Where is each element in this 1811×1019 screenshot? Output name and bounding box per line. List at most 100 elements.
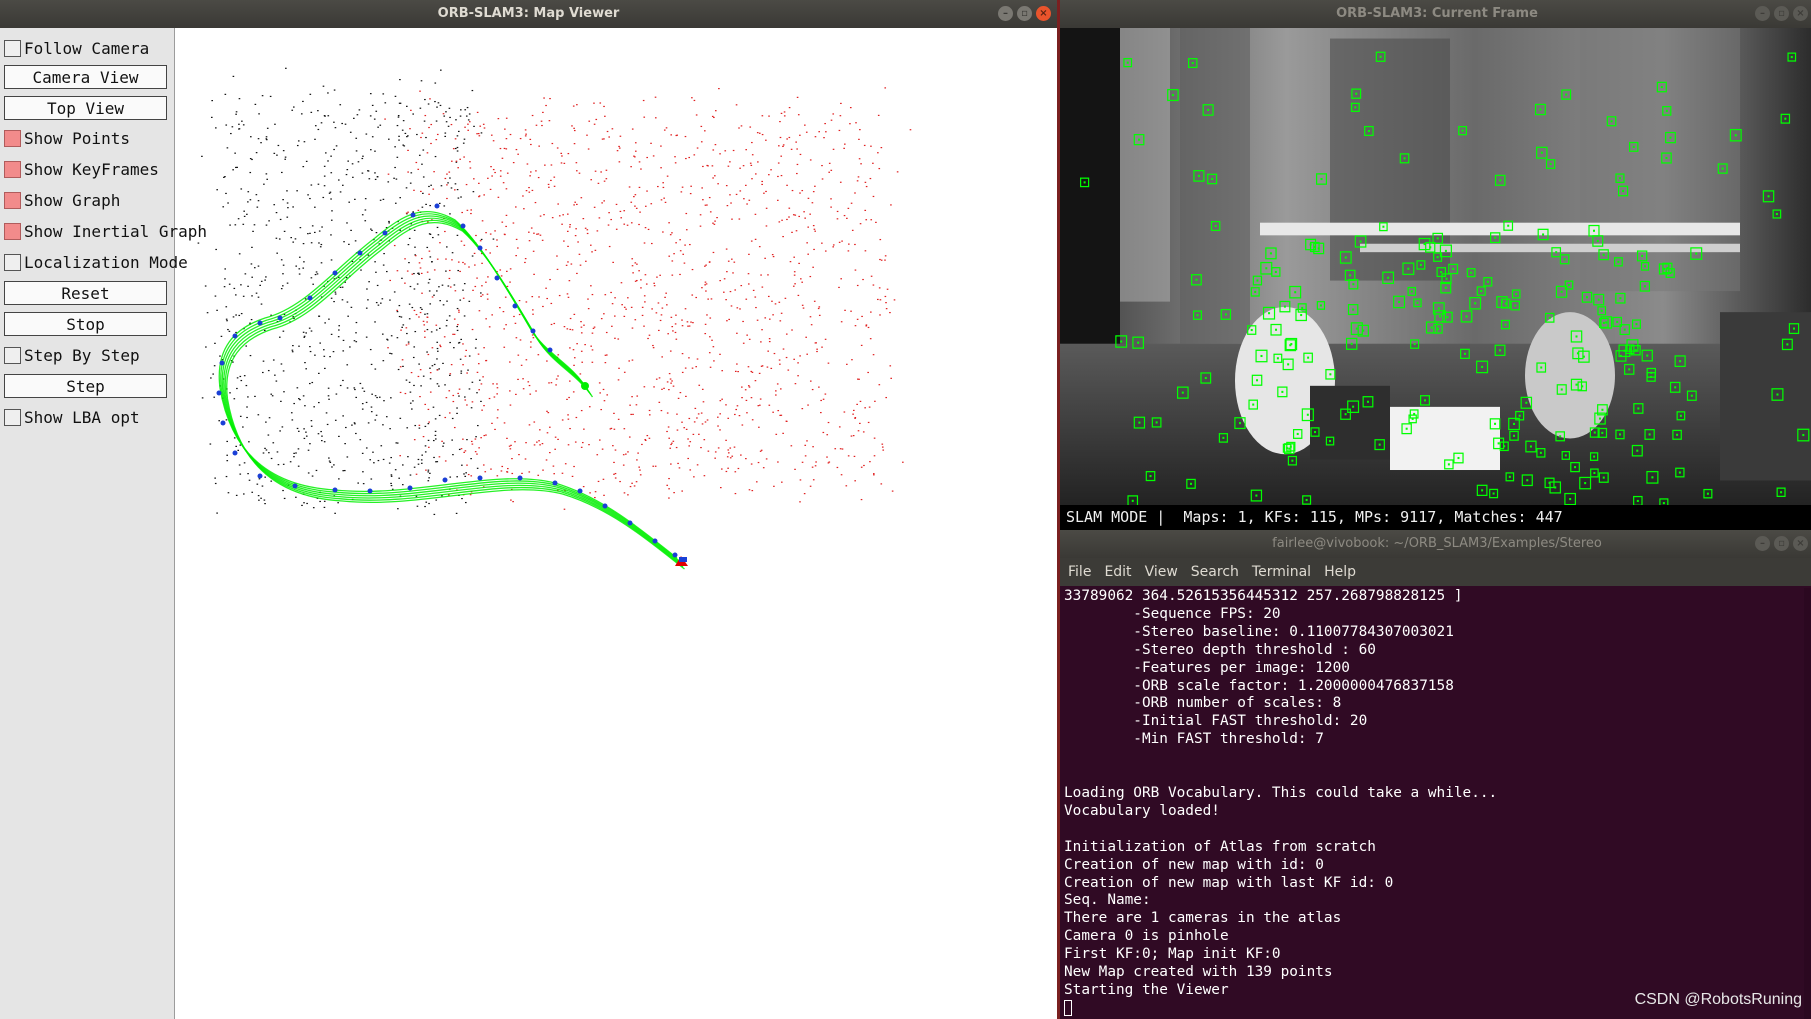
localization-mode-checkbox[interactable] <box>4 253 21 271</box>
maximize-icon[interactable]: ▫ <box>1774 536 1789 551</box>
feature-point <box>1593 471 1596 475</box>
terminal-scrollbar[interactable] <box>1804 588 1811 1019</box>
terminal-line: New Map created with 139 points <box>1064 964 1333 981</box>
menu-search[interactable]: Search <box>1191 558 1239 586</box>
feature-point <box>1635 323 1638 326</box>
feature-point <box>1204 376 1207 380</box>
feature-point <box>1508 475 1511 478</box>
terminal-output[interactable]: 33789062 364.52615356445312 257.26879882… <box>1064 588 1811 1019</box>
map-viewer-titlebar[interactable]: ORB-SLAM3: Map Viewer – ▫ × <box>0 0 1057 28</box>
menu-view[interactable]: View <box>1145 558 1178 586</box>
camera-view-button[interactable]: Camera View <box>4 65 167 89</box>
feature-point <box>1300 313 1303 317</box>
feature-point <box>1255 494 1258 497</box>
show-lba-opt-label: Show LBA opt <box>24 407 140 427</box>
feature-point <box>1366 400 1369 403</box>
follow-camera-checkbox[interactable] <box>4 39 21 57</box>
feature-point <box>1599 417 1602 420</box>
localization-mode-toggle[interactable]: Localization Mode <box>4 249 188 275</box>
step-button[interactable]: Step <box>4 374 167 398</box>
show-lba-opt-toggle[interactable]: Show LBA opt <box>4 404 140 430</box>
show-points-toggle[interactable]: Show Points <box>4 125 130 151</box>
feature-point <box>1457 456 1460 460</box>
show-graph-checkbox[interactable] <box>4 191 21 209</box>
feature-point <box>1559 435 1562 438</box>
keyframes <box>216 203 678 558</box>
feature-point <box>1398 300 1401 304</box>
current-frame-titlebar[interactable]: ORB-SLAM3: Current Frame – ▫ × <box>1060 0 1811 28</box>
feature-point <box>1254 290 1257 293</box>
maximize-icon[interactable]: ▫ <box>1017 6 1032 21</box>
feature-point <box>1776 393 1779 396</box>
feature-point <box>1256 279 1259 282</box>
follow-camera-toggle[interactable]: Follow Camera <box>4 35 149 61</box>
show-keyframes-toggle[interactable]: Show KeyFrames <box>4 156 159 182</box>
feature-point <box>1290 343 1293 346</box>
feature-point <box>1350 342 1353 345</box>
feature-point <box>1593 431 1596 434</box>
stop-button[interactable]: Stop <box>4 312 167 336</box>
feature-point <box>1275 328 1278 331</box>
feature-point <box>1632 145 1635 148</box>
minimize-icon[interactable]: – <box>998 6 1013 21</box>
feature-point <box>1481 489 1484 492</box>
feature-point <box>1439 315 1442 318</box>
feature-point <box>1268 312 1271 315</box>
feature-point <box>1643 285 1646 288</box>
feature-point <box>1529 445 1532 448</box>
feature-point <box>1549 162 1552 166</box>
close-icon[interactable]: × <box>1793 6 1808 21</box>
follow-camera-label: Follow Camera <box>24 38 150 58</box>
show-graph-toggle[interactable]: Show Graph <box>4 187 120 213</box>
step-by-step-toggle[interactable]: Step By Step <box>4 342 140 368</box>
show-inertial-graph-checkbox[interactable] <box>4 222 21 240</box>
feature-point <box>1601 408 1604 411</box>
feature-point <box>1463 352 1466 355</box>
feature-point <box>1329 373 1332 376</box>
map-3d-view[interactable] <box>175 28 1057 1019</box>
feature-point <box>1734 134 1737 137</box>
minimize-icon[interactable]: – <box>1755 536 1770 551</box>
feature-point <box>1540 151 1543 154</box>
feature-point <box>1470 271 1473 274</box>
top-view-button[interactable]: Top View <box>4 96 167 120</box>
feature-point <box>1288 447 1291 450</box>
keyframe-marker <box>307 295 313 301</box>
feature-point <box>1504 323 1507 326</box>
feature-point <box>1344 413 1347 416</box>
feature-point <box>1555 251 1558 254</box>
feature-point <box>1494 236 1497 239</box>
trajectory-end-point <box>581 382 589 390</box>
feature-point <box>1437 307 1440 310</box>
terminal-line: -Stereo depth threshold : 60 <box>1064 641 1376 658</box>
feature-point <box>1444 249 1447 252</box>
minimize-icon[interactable]: – <box>1755 6 1770 21</box>
keyframe-marker <box>547 347 553 353</box>
feature-point <box>1669 136 1672 139</box>
feature-point <box>1567 283 1570 287</box>
control-panel: Follow Camera Camera View Top View Show … <box>0 28 207 1019</box>
feature-point <box>1641 254 1644 257</box>
menu-help[interactable]: Help <box>1324 558 1356 586</box>
feature-point <box>1352 405 1355 408</box>
close-icon[interactable]: × <box>1793 536 1808 551</box>
feature-point <box>1359 240 1362 243</box>
step-by-step-checkbox[interactable] <box>4 346 21 364</box>
menu-file[interactable]: File <box>1068 558 1091 586</box>
show-lba-opt-checkbox[interactable] <box>4 408 21 426</box>
feature-point <box>1444 286 1447 289</box>
feature-point <box>1319 304 1322 307</box>
menu-edit[interactable]: Edit <box>1104 558 1131 586</box>
keyframe-marker <box>434 203 440 209</box>
feature-point <box>1289 445 1292 448</box>
reset-button[interactable]: Reset <box>4 281 167 305</box>
maximize-icon[interactable]: ▫ <box>1774 6 1789 21</box>
terminal-titlebar[interactable]: fairlee@vivobook: ~/ORB_SLAM3/Examples/S… <box>1060 530 1811 558</box>
feature-point <box>1416 301 1419 304</box>
menu-terminal[interactable]: Terminal <box>1252 558 1311 586</box>
show-points-checkbox[interactable] <box>4 129 21 147</box>
keyframe-marker <box>552 480 558 486</box>
feature-point <box>1605 321 1608 324</box>
show-keyframes-checkbox[interactable] <box>4 160 21 178</box>
close-icon[interactable]: × <box>1036 6 1051 21</box>
